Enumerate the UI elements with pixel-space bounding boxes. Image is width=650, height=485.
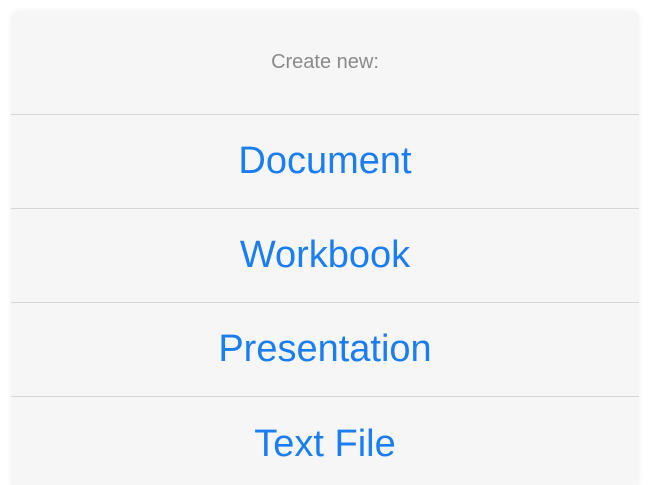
- create-text-file-label: Text File: [254, 422, 396, 465]
- action-sheet-header: Create new:: [11, 11, 639, 115]
- create-document-button[interactable]: Document: [11, 115, 639, 209]
- create-new-action-sheet: Create new: Document Workbook Presentati…: [11, 11, 639, 485]
- create-workbook-button[interactable]: Workbook: [11, 209, 639, 303]
- create-text-file-button[interactable]: Text File: [11, 397, 639, 485]
- create-presentation-label: Presentation: [218, 328, 432, 370]
- create-presentation-button[interactable]: Presentation: [11, 303, 639, 397]
- create-document-label: Document: [238, 140, 412, 182]
- create-workbook-label: Workbook: [239, 234, 411, 276]
- action-sheet-title: Create new:: [271, 51, 379, 73]
